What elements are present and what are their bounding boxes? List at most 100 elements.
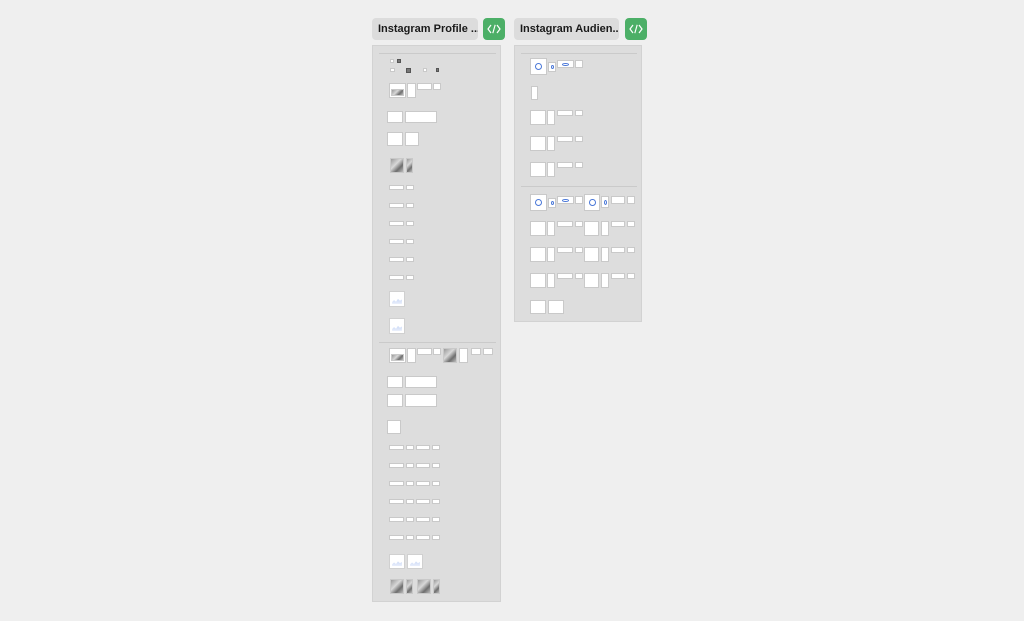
donut-chart-thumbnail[interactable] (601, 196, 609, 208)
list-item-thumbnail[interactable] (389, 499, 404, 504)
component-thumbnail[interactable] (405, 132, 419, 146)
component-thumbnail[interactable] (547, 247, 555, 262)
component-thumbnail[interactable] (611, 221, 625, 227)
component-thumbnail[interactable] (627, 221, 635, 227)
donut-chart-thumbnail[interactable] (548, 62, 556, 72)
component-thumbnail[interactable] (397, 59, 401, 63)
list-item-thumbnail[interactable] (389, 239, 404, 244)
photo-thumbnail[interactable] (406, 579, 413, 594)
component-thumbnail[interactable] (433, 83, 441, 90)
list-item-thumbnail[interactable] (432, 499, 440, 504)
component-thumbnail[interactable] (601, 273, 609, 288)
list-item-thumbnail[interactable] (416, 517, 430, 522)
component-thumbnail[interactable] (601, 247, 609, 262)
table-thumbnail[interactable] (584, 273, 599, 288)
component-thumbnail[interactable] (557, 221, 573, 227)
component-thumbnail[interactable] (557, 247, 573, 253)
list-item-thumbnail[interactable] (432, 481, 440, 486)
list-item-thumbnail[interactable] (389, 203, 404, 208)
photo-thumbnail[interactable] (390, 579, 404, 594)
list-item-thumbnail[interactable] (389, 463, 404, 468)
component-thumbnail[interactable] (557, 136, 573, 142)
list-item-thumbnail[interactable] (389, 535, 404, 540)
component-thumbnail[interactable] (483, 348, 493, 355)
list-item-thumbnail[interactable] (406, 463, 414, 468)
list-item-thumbnail[interactable] (432, 517, 440, 522)
chart-thumbnail[interactable] (389, 291, 405, 307)
grid-thumbnail[interactable] (387, 394, 403, 407)
component-thumbnail[interactable] (390, 59, 394, 63)
chart-thumbnail[interactable] (389, 554, 405, 569)
table-thumbnail[interactable] (530, 136, 546, 151)
component-thumbnail[interactable] (433, 348, 441, 355)
component-thumbnail[interactable] (407, 348, 416, 363)
table-thumbnail[interactable] (530, 221, 546, 236)
component-thumbnail[interactable] (627, 196, 635, 204)
component-thumbnail[interactable] (407, 83, 416, 98)
list-item-thumbnail[interactable] (416, 499, 430, 504)
photo-thumbnail[interactable] (390, 158, 404, 173)
component-thumbnail[interactable] (471, 348, 481, 355)
component-thumbnail[interactable] (387, 132, 403, 146)
component-thumbnail[interactable] (575, 247, 583, 253)
component-thumbnail[interactable] (611, 247, 625, 253)
photo-thumbnail[interactable] (417, 579, 431, 594)
component-thumbnail[interactable] (417, 83, 432, 90)
frame-board-profile[interactable] (372, 45, 501, 602)
list-item-thumbnail[interactable] (389, 257, 404, 262)
table-thumbnail[interactable] (530, 247, 546, 262)
list-item-thumbnail[interactable] (406, 481, 414, 486)
component-thumbnail[interactable] (557, 273, 573, 279)
code-view-button-audience[interactable] (625, 18, 647, 40)
grid-thumbnail[interactable] (387, 376, 403, 388)
component-thumbnail[interactable] (390, 68, 395, 72)
table-thumbnail[interactable] (584, 247, 599, 262)
chart-thumbnail[interactable] (407, 554, 423, 569)
component-thumbnail[interactable] (547, 162, 555, 177)
list-item-thumbnail[interactable] (432, 463, 440, 468)
list-item-thumbnail[interactable] (406, 499, 414, 504)
donut-chart-thumbnail[interactable] (548, 198, 556, 208)
list-item-thumbnail[interactable] (406, 535, 414, 540)
table-thumbnail[interactable] (530, 273, 546, 288)
component-thumbnail[interactable] (387, 420, 401, 434)
donut-chart-thumbnail[interactable] (530, 194, 547, 211)
component-thumbnail[interactable] (547, 110, 555, 125)
grid-thumbnail[interactable] (405, 394, 437, 407)
list-item-thumbnail[interactable] (416, 463, 430, 468)
component-thumbnail[interactable] (575, 110, 583, 116)
component-thumbnail[interactable] (423, 68, 427, 72)
list-item-thumbnail[interactable] (406, 275, 414, 280)
photo-thumbnail[interactable] (443, 348, 457, 363)
photo-thumbnail[interactable] (406, 158, 413, 173)
list-item-thumbnail[interactable] (432, 535, 440, 540)
list-item-thumbnail[interactable] (406, 185, 414, 190)
list-item-thumbnail[interactable] (389, 185, 404, 190)
component-thumbnail[interactable] (548, 300, 564, 314)
list-item-thumbnail[interactable] (406, 203, 414, 208)
component-thumbnail[interactable] (575, 136, 583, 142)
component-thumbnail[interactable] (417, 348, 432, 355)
list-item-thumbnail[interactable] (416, 535, 430, 540)
table-thumbnail[interactable] (530, 110, 546, 125)
list-item-thumbnail[interactable] (406, 445, 414, 450)
component-thumbnail[interactable] (436, 68, 439, 72)
component-thumbnail[interactable] (406, 68, 411, 73)
component-thumbnail[interactable] (611, 196, 625, 204)
list-item-thumbnail[interactable] (432, 445, 440, 450)
grid-thumbnail[interactable] (387, 111, 403, 123)
component-thumbnail[interactable] (575, 221, 583, 227)
chart-thumbnail[interactable] (389, 318, 405, 334)
component-thumbnail[interactable] (601, 221, 609, 236)
photo-thumbnail[interactable] (433, 579, 440, 594)
component-thumbnail[interactable] (557, 60, 574, 68)
grid-thumbnail[interactable] (405, 111, 437, 123)
list-item-thumbnail[interactable] (406, 517, 414, 522)
frame-title-audience[interactable]: Instagram Audien... (514, 18, 619, 40)
component-thumbnail[interactable] (547, 221, 555, 236)
list-item-thumbnail[interactable] (416, 445, 430, 450)
component-thumbnail[interactable] (627, 273, 635, 279)
component-thumbnail[interactable] (575, 196, 583, 204)
list-item-thumbnail[interactable] (406, 257, 414, 262)
component-thumbnail[interactable] (611, 273, 625, 279)
